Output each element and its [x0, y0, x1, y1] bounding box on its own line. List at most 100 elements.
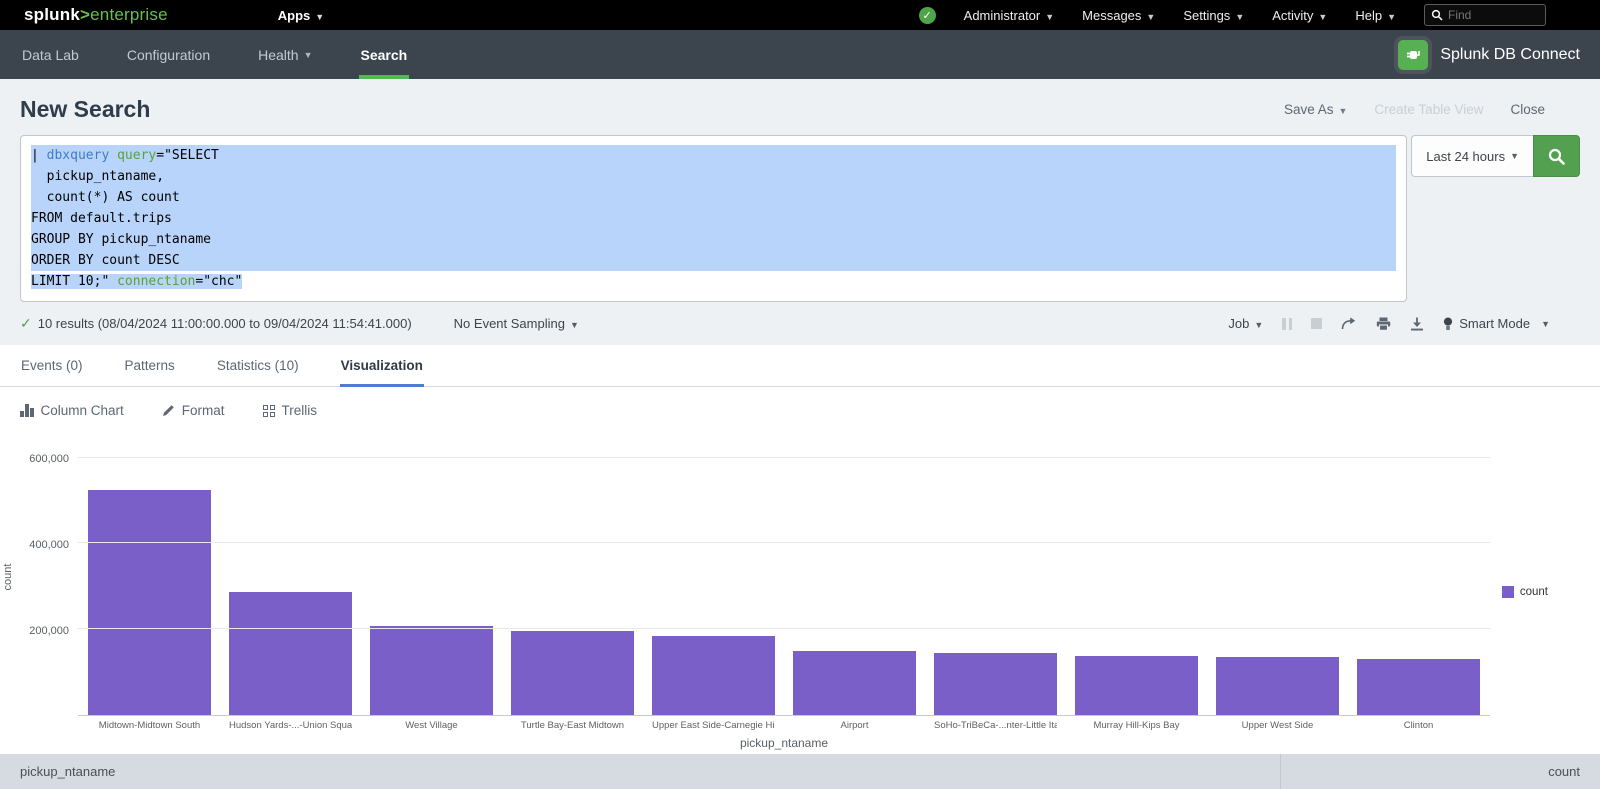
- bar-slot: [1075, 438, 1198, 715]
- column-chart-icon: [20, 404, 34, 417]
- smart-mode-label: Smart Mode: [1459, 316, 1530, 331]
- y-tick-label: 600,000: [29, 453, 69, 465]
- search-query-editor[interactable]: | dbxquery query="SELECT pickup_ntaname,…: [20, 135, 1407, 302]
- results-tabs: Events (0) Patterns Statistics (10) Visu…: [0, 345, 1600, 387]
- menu-settings[interactable]: Settings▼: [1183, 8, 1244, 23]
- query-line: count(*) AS count: [31, 187, 1396, 208]
- x-axis-label: Midtown-Midtown South: [88, 716, 211, 731]
- bar-Upper East Side-Carnegie Hill[interactable]: [652, 636, 775, 715]
- menu-label: Messages: [1082, 8, 1141, 23]
- bar-slot: [370, 438, 493, 715]
- bar-Upper West Side[interactable]: [1216, 657, 1339, 715]
- x-axis-label: Upper West Side: [1216, 716, 1339, 731]
- column-header-count[interactable]: count: [1280, 754, 1600, 789]
- success-check-icon: ✓: [20, 315, 32, 332]
- y-tick-label: 400,000: [29, 539, 69, 551]
- trellis-label: Trellis: [282, 403, 318, 418]
- results-status-text: 10 results (08/04/2024 11:00:00.000 to 0…: [38, 316, 412, 331]
- menu-administrator[interactable]: Administrator▼: [964, 8, 1055, 23]
- stop-job-icon: [1311, 318, 1322, 329]
- app-nav-bar: Data Lab Configuration Health▼ Search Sp…: [0, 30, 1600, 79]
- nav-item-health[interactable]: Health ▼: [256, 30, 314, 79]
- health-status-icon[interactable]: ✓: [919, 7, 936, 24]
- gridline: [78, 457, 1490, 458]
- trellis-button[interactable]: Trellis: [263, 403, 318, 418]
- tab-events[interactable]: Events (0): [20, 345, 84, 386]
- query-line: pickup_ntaname,: [31, 166, 1396, 187]
- bar-slot: [88, 438, 211, 715]
- format-button[interactable]: Format: [162, 403, 225, 418]
- x-axis-label: Murray Hill-Kips Bay: [1075, 716, 1198, 731]
- menu-activity[interactable]: Activity ▼: [1272, 8, 1327, 23]
- print-icon[interactable]: [1376, 317, 1391, 331]
- bars: [78, 438, 1490, 715]
- lightbulb-icon: [1443, 317, 1453, 331]
- bar-Airport[interactable]: [793, 651, 916, 715]
- menu-help[interactable]: Help▼: [1355, 8, 1396, 23]
- bar-Midtown-Midtown South[interactable]: [88, 490, 211, 715]
- nav-label: Health: [258, 47, 298, 63]
- nav-label: Configuration: [127, 47, 210, 63]
- plot-area: [78, 438, 1490, 716]
- tab-visualization[interactable]: Visualization: [340, 345, 424, 386]
- event-sampling-menu[interactable]: No Event Sampling▼: [454, 316, 579, 331]
- run-search-button[interactable]: [1533, 135, 1580, 177]
- query-line: FROM default.trips: [31, 208, 1396, 229]
- chevron-down-icon: ▼: [315, 12, 324, 22]
- tab-statistics[interactable]: Statistics (10): [216, 345, 300, 386]
- y-axis: count 200,000400,000600,000: [0, 438, 78, 716]
- nav-item-data-lab[interactable]: Data Lab: [20, 30, 81, 79]
- query-line: ORDER BY count DESC: [31, 250, 1396, 271]
- format-label: Format: [182, 403, 225, 418]
- bar-slot: [1357, 438, 1480, 715]
- find-input[interactable]: [1448, 8, 1528, 22]
- logo-product: enterprise: [90, 5, 168, 25]
- chevron-down-icon: ▼: [1318, 12, 1327, 22]
- query-line: LIMIT 10;" connection="chc": [31, 271, 1396, 292]
- search-mode-menu[interactable]: Smart Mode▼: [1443, 316, 1550, 331]
- bar-SoHo-TriBeCa-...nter-Little Italy[interactable]: [934, 653, 1057, 715]
- search-header-section: New Search Save As▼ Create Table View Cl…: [0, 79, 1600, 345]
- x-axis-label: SoHo-TriBeCa-...nter-Little Italy: [934, 716, 1057, 731]
- menu-messages[interactable]: Messages▼: [1082, 8, 1155, 23]
- create-table-view-button: Create Table View: [1374, 102, 1483, 117]
- menu-label: Administrator: [964, 8, 1041, 23]
- bar-Murray Hill-Kips Bay[interactable]: [1075, 656, 1198, 715]
- save-as-button[interactable]: Save As▼: [1284, 102, 1347, 117]
- query-line: GROUP BY pickup_ntaname: [31, 229, 1396, 250]
- nav-item-search[interactable]: Search: [359, 30, 410, 79]
- sampling-label: No Event Sampling: [454, 316, 565, 331]
- legend-swatch: [1502, 586, 1514, 598]
- chevron-down-icon: ▼: [1254, 320, 1263, 330]
- bar-Clinton[interactable]: [1357, 659, 1480, 715]
- bar-West Village[interactable]: [370, 626, 493, 715]
- chevron-down-icon: ▼: [1510, 151, 1519, 161]
- chart-type-picker[interactable]: Column Chart: [20, 403, 124, 418]
- chevron-down-icon: ▼: [304, 50, 313, 60]
- menu-label: Activity: [1272, 8, 1313, 23]
- gridline: [78, 628, 1490, 629]
- bar-Hudson Yards-...-Union Square[interactable]: [229, 592, 352, 715]
- chevron-down-icon: ▼: [1235, 12, 1244, 22]
- close-button[interactable]: Close: [1510, 102, 1545, 117]
- chart-legend[interactable]: count: [1502, 586, 1548, 598]
- bar-Turtle Bay-East Midtown[interactable]: [511, 631, 634, 715]
- pause-job-icon: [1282, 318, 1292, 330]
- find-search-box[interactable]: [1424, 4, 1546, 26]
- job-menu[interactable]: Job▼: [1228, 316, 1263, 331]
- export-download-icon[interactable]: [1410, 317, 1424, 331]
- y-axis-title: count: [2, 564, 14, 591]
- nav-item-configuration[interactable]: Configuration: [125, 30, 212, 79]
- trellis-grid-icon: [263, 405, 275, 417]
- plug-icon: [1404, 46, 1422, 64]
- time-range-picker[interactable]: Last 24 hours▼: [1411, 135, 1533, 177]
- tab-patterns[interactable]: Patterns: [124, 345, 176, 386]
- x-axis-label: Airport: [793, 716, 916, 731]
- tab-label: Visualization: [341, 358, 423, 373]
- bar-slot: [1216, 438, 1339, 715]
- column-header-pickup-ntaname[interactable]: pickup_ntaname: [0, 754, 1280, 789]
- db-connect-plug-icon[interactable]: [1398, 40, 1428, 70]
- share-job-icon[interactable]: [1341, 317, 1357, 330]
- splunk-logo: splunk>enterprise: [24, 5, 168, 25]
- apps-menu[interactable]: Apps▼: [278, 8, 324, 23]
